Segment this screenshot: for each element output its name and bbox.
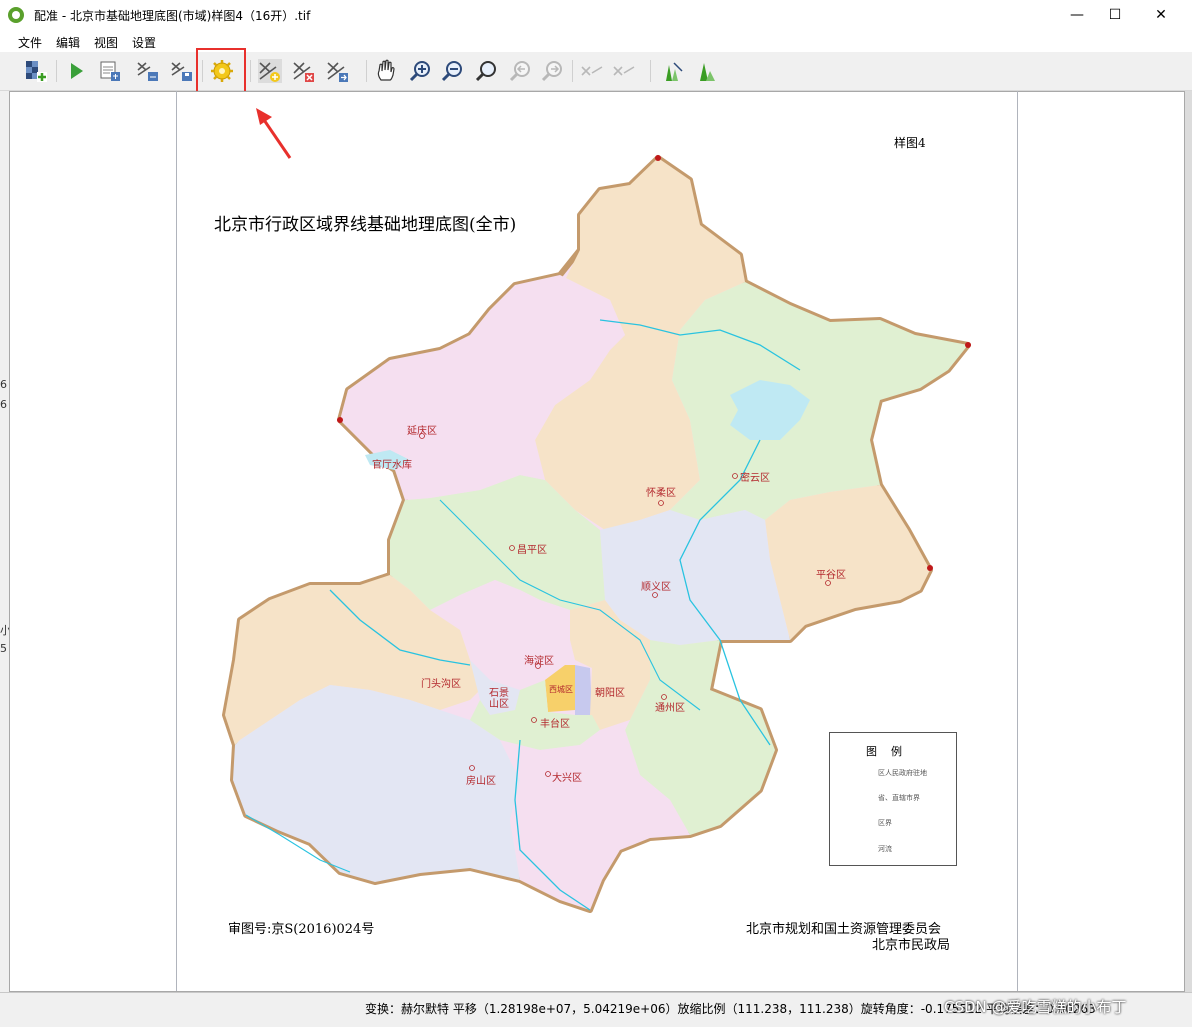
beijing-map <box>222 108 971 913</box>
district-label-shunyi: 顺义区 <box>641 582 671 593</box>
district-label-xicheng: 西城区 <box>549 685 573 694</box>
gcp-marker[interactable] <box>655 155 661 161</box>
district-dongcheng <box>575 665 592 715</box>
district-label-mentougou: 门头沟区 <box>421 679 461 690</box>
legend-label: 区界 <box>878 819 892 827</box>
district-miyun <box>670 282 968 520</box>
gcp-marker[interactable] <box>965 342 971 348</box>
gcp-marker[interactable] <box>337 417 343 423</box>
district-label-fangshan: 房山区 <box>466 776 496 787</box>
district-label-haidian: 海淀区 <box>524 656 554 667</box>
district-label-chaoyang: 朝阳区 <box>595 688 625 699</box>
approval-number: 审图号:京S(2016)024号 <box>228 922 375 937</box>
district-label-miyun: 密云区 <box>740 473 770 484</box>
reservoir-label: 官厅水库 <box>372 460 412 471</box>
sample-label: 样图4 <box>894 136 926 150</box>
map-title: 北京市行政区域界线基础地理底图(全市) <box>214 215 517 235</box>
district-label-tongzhou: 通州区 <box>655 703 685 714</box>
map-legend: 图例 区人民政府驻地 省、直辖市界 区界 河流 <box>829 732 957 866</box>
district-label-shijingshan: 山区 <box>489 699 509 710</box>
legend-label: 河流 <box>878 845 892 853</box>
district-pinggu <box>765 485 930 640</box>
issuer-2: 北京市民政局 <box>872 938 951 953</box>
district-label-daxing: 大兴区 <box>552 773 582 784</box>
gcp-marker[interactable] <box>927 565 933 571</box>
district-label-pinggu: 平谷区 <box>816 570 846 581</box>
legend-label: 区人民政府驻地 <box>878 769 927 777</box>
annotation-arrow <box>260 116 292 159</box>
district-label-yanqing: 延庆区 <box>407 426 437 437</box>
district-label-fengtai: 丰台区 <box>540 719 570 730</box>
district-label-huairou: 怀柔区 <box>646 488 676 499</box>
watermark: CSDN @爱吃雪糕的小布丁 <box>944 998 1127 1016</box>
legend-title: 图例 <box>866 745 916 758</box>
legend-label: 省、直辖市界 <box>878 794 920 802</box>
district-label-changping: 昌平区 <box>517 545 547 556</box>
